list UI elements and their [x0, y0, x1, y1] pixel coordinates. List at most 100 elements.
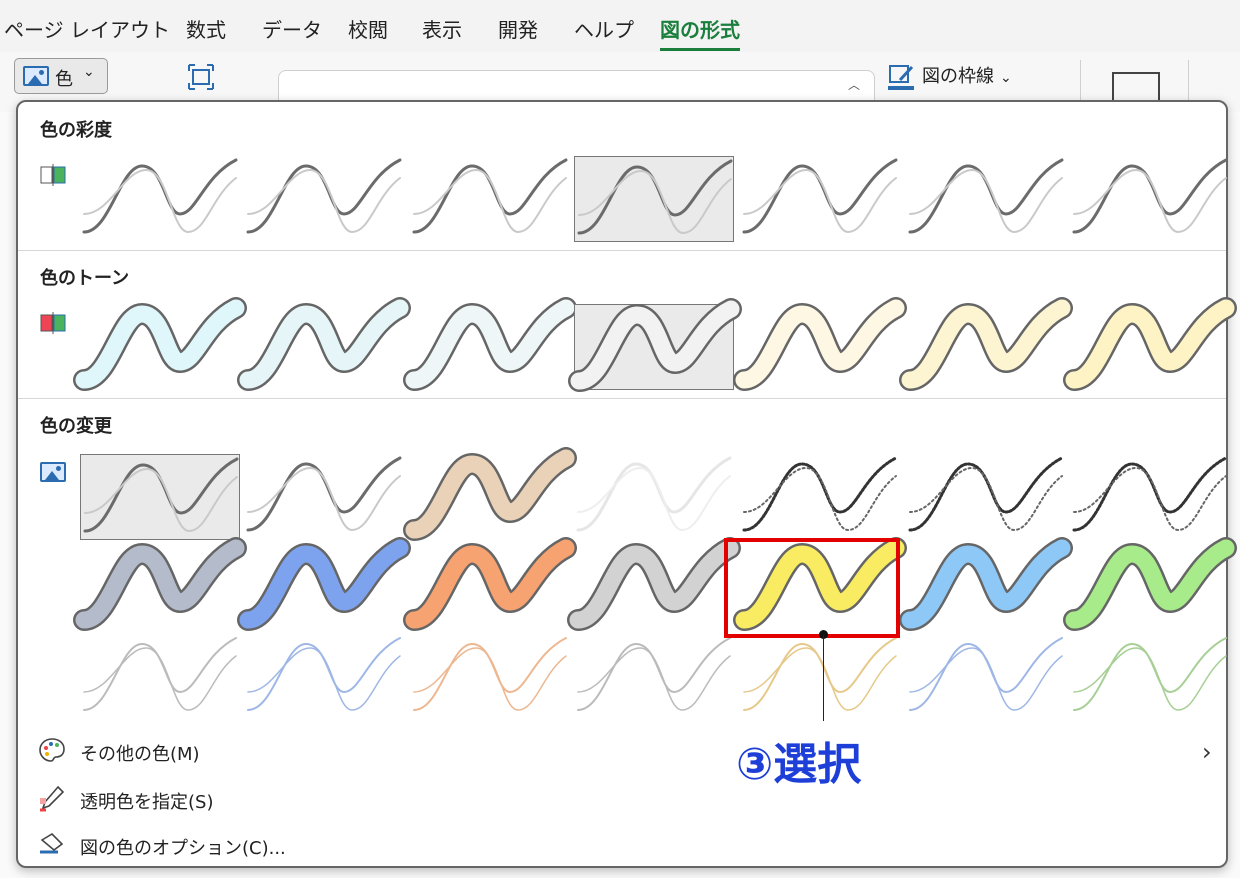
swatch-s1-3[interactable] — [568, 298, 742, 392]
chevron-down-icon: ⌄ — [83, 64, 95, 80]
swatch-s1-6-graphic — [1063, 297, 1237, 391]
swatch-s0-0-graphic — [82, 158, 238, 234]
recolor-swatch-r1-0[interactable] — [73, 537, 247, 631]
recolor-swatch-r0-4[interactable] — [740, 454, 900, 540]
swatch-s0-0[interactable] — [80, 156, 240, 242]
swatch-s1-1-graphic — [237, 297, 411, 391]
recolor-swatch-r1-5[interactable] — [899, 537, 1073, 631]
swatch-s1-1[interactable] — [237, 297, 411, 391]
tab-picture-format[interactable]: 図の形式 — [660, 14, 740, 51]
recolor-swatch-r2-3[interactable] — [574, 634, 734, 720]
compress-picture-icon[interactable] — [188, 64, 214, 90]
recolor-swatch-r2-4[interactable] — [740, 634, 900, 720]
recolor-swatch-r2-3-graphic — [577, 637, 731, 711]
swatch-s0-4-graphic — [742, 158, 898, 234]
swatch-s0-2[interactable] — [410, 156, 570, 242]
tab-view[interactable]: 表示 — [422, 14, 462, 43]
tab-formulas[interactable]: 数式 — [186, 14, 226, 43]
eyedropper-icon — [40, 785, 65, 812]
tab-page-layout[interactable]: ページ レイアウト — [4, 14, 170, 43]
recolor-swatch-r1-1[interactable] — [237, 537, 411, 631]
saturation-icon — [40, 164, 66, 186]
recolor-swatch-r1-2-graphic — [403, 537, 577, 631]
swatch-s1-2[interactable] — [403, 297, 577, 391]
recolor-swatch-r2-5[interactable] — [906, 634, 1066, 720]
section-title-tone: 色のトーン — [40, 268, 130, 289]
color-button[interactable]: 色 ⌄ — [14, 58, 108, 94]
swatch-s0-1-graphic — [246, 158, 402, 234]
set-transparent-color-item[interactable]: 透明色を指定(S) — [80, 788, 213, 814]
recolor-swatch-r1-6-graphic — [1063, 537, 1237, 631]
swatch-s1-2-graphic — [403, 297, 577, 391]
recolor-swatch-r2-6[interactable] — [1070, 634, 1230, 720]
tab-data[interactable]: データ — [262, 14, 322, 43]
swatch-s1-4[interactable] — [733, 297, 907, 391]
recolor-swatch-r2-0[interactable] — [80, 634, 240, 720]
color-button-label: 色 — [55, 69, 73, 90]
recolor-swatch-r1-2[interactable] — [403, 537, 577, 631]
recolor-swatch-r0-1-graphic — [246, 456, 402, 532]
recolor-swatch-r0-6-graphic — [1072, 456, 1228, 532]
swatch-s1-6[interactable] — [1063, 297, 1237, 391]
recolor-swatch-r2-2-graphic — [413, 637, 567, 711]
tab-review[interactable]: 校閲 — [348, 14, 388, 43]
chevron-right-icon[interactable]: › — [1202, 738, 1212, 766]
recolor-swatch-r1-1-graphic — [237, 537, 411, 631]
palette-icon — [39, 738, 65, 762]
recolor-swatch-r2-5-graphic — [909, 637, 1063, 711]
swatch-s0-6[interactable] — [1070, 156, 1230, 242]
recolor-swatch-r0-5-graphic — [908, 456, 1064, 532]
section-title-saturation: 色の彩度 — [40, 120, 112, 141]
swatch-s0-5[interactable] — [906, 156, 1066, 242]
swatch-s1-0-graphic — [73, 297, 247, 391]
recolor-swatch-r2-4-graphic — [743, 637, 897, 711]
tab-developer[interactable]: 開発 — [498, 14, 538, 43]
chevron-down-icon: ⌄ — [1000, 70, 1012, 86]
recolor-swatch-r0-6[interactable] — [1070, 454, 1230, 540]
swatch-s0-3-graphic — [577, 159, 733, 235]
tone-icon — [40, 312, 66, 334]
section-divider — [18, 398, 1226, 399]
recolor-swatch-r1-3-graphic — [567, 537, 741, 631]
pen-icon — [888, 65, 914, 90]
recolor-swatch-r1-0-graphic — [73, 537, 247, 631]
swatch-s0-5-graphic — [908, 158, 1064, 234]
recolor-swatch-r2-2[interactable] — [410, 634, 570, 720]
recolor-swatch-r0-0-graphic — [83, 457, 239, 533]
section-title-recolor: 色の変更 — [40, 416, 112, 437]
swatch-s1-5-graphic — [899, 297, 1073, 391]
picture-color-options-item[interactable]: 図の色のオプション(C)... — [80, 834, 286, 860]
recolor-swatch-r0-2-graphic — [403, 447, 577, 541]
recolor-swatch-r0-0[interactable] — [80, 454, 240, 540]
picture-icon — [23, 66, 49, 86]
recolor-swatch-r1-3[interactable] — [567, 537, 741, 631]
swatch-s0-3[interactable] — [574, 156, 734, 242]
recolor-swatch-r0-3-graphic — [576, 456, 732, 532]
callout-label: ③選択 — [736, 739, 862, 790]
picture-border-button[interactable]: 図の枠線 ⌄ — [922, 62, 1012, 88]
recolor-swatch-r1-6[interactable] — [1063, 537, 1237, 631]
swatch-s1-4-graphic — [733, 297, 907, 391]
recolor-swatch-r0-1[interactable] — [244, 454, 404, 540]
swatch-s0-4[interactable] — [740, 156, 900, 242]
recolor-swatch-r0-4-graphic — [742, 456, 898, 532]
recolor-swatch-r0-2[interactable] — [403, 447, 577, 541]
recolor-swatch-r0-5[interactable] — [906, 454, 1066, 540]
picture-icon — [40, 462, 66, 482]
swatch-s1-0[interactable] — [73, 297, 247, 391]
section-divider — [18, 250, 1226, 251]
recolor-swatch-r2-6-graphic — [1073, 637, 1227, 711]
tab-help[interactable]: ヘルプ — [574, 14, 634, 43]
swatch-s0-6-graphic — [1072, 158, 1228, 234]
recolor-swatch-r2-1-graphic — [247, 637, 401, 711]
recolor-options-icon — [40, 832, 64, 854]
gallery-scroll-up-icon[interactable]: ︿ — [848, 76, 860, 93]
recolor-swatch-r2-1[interactable] — [244, 634, 404, 720]
recolor-swatch-r1-5-graphic — [899, 537, 1073, 631]
recolor-swatch-r0-3[interactable] — [574, 454, 734, 540]
swatch-s0-1[interactable] — [244, 156, 404, 242]
recolor-swatch-r2-0-graphic — [83, 637, 237, 711]
swatch-s0-2-graphic — [412, 158, 568, 234]
swatch-s1-5[interactable] — [899, 297, 1073, 391]
more-colors-item[interactable]: その他の色(M) — [80, 740, 200, 766]
